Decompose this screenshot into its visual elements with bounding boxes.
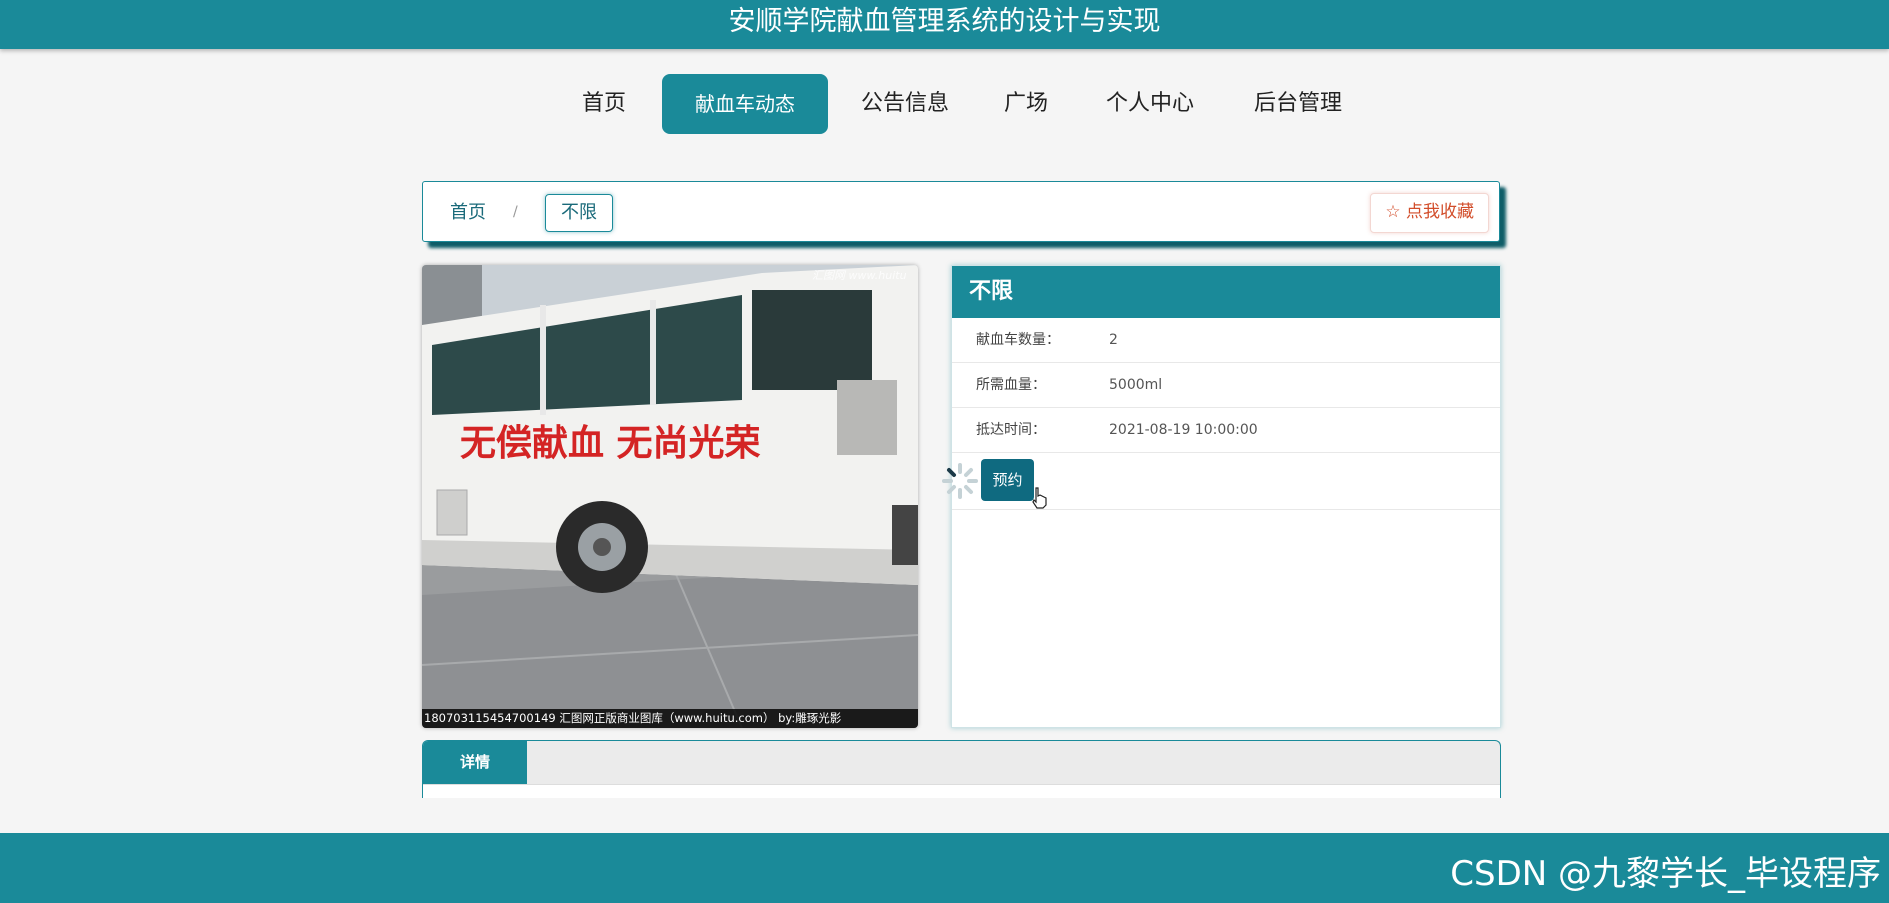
info-row: 献血车数量： 2	[952, 318, 1500, 363]
info-value-blood-needed: 5000ml	[1109, 377, 1163, 393]
breadcrumb-current[interactable]: 不限	[545, 194, 613, 232]
breadcrumb: 首页 / 不限 ☆ 点我收藏	[422, 181, 1500, 242]
app-header: 安顺学院献血管理系统的设计与实现	[0, 0, 1889, 49]
nav-item-square[interactable]: 广场	[990, 74, 1062, 134]
info-label-blood-needed: 所需血量：	[976, 377, 1046, 393]
hand-cursor-icon	[1032, 487, 1047, 509]
nav-item-personal-center[interactable]: 个人中心	[1095, 74, 1205, 134]
info-title: 不限	[952, 266, 1500, 318]
loading-spinner-icon	[942, 463, 978, 499]
app-title: 安顺学院献血管理系统的设计与实现	[728, 6, 1161, 37]
bus-slogan: 无偿献血 无尚光荣	[460, 423, 761, 464]
nav-item-admin[interactable]: 后台管理	[1243, 74, 1353, 134]
info-value-arrival-time: 2021-08-19 10:00:00	[1109, 422, 1258, 438]
info-label-arrival-time: 抵达时间：	[976, 422, 1046, 438]
footer-bar: CSDN @九黎学长_毕设程序	[0, 833, 1889, 903]
breadcrumb-home-link[interactable]: 首页	[450, 182, 486, 243]
favorite-button[interactable]: ☆ 点我收藏	[1370, 193, 1489, 233]
bus-illustration: 无偿献血 无尚光荣 汇图网 www.huitu	[422, 265, 918, 728]
nav-item-home[interactable]: 首页	[563, 74, 645, 134]
info-value-bus-count: 2	[1109, 332, 1118, 348]
detail-tabs: 详情	[422, 740, 1501, 798]
nav-item-bus-updates[interactable]: 献血车动态	[662, 74, 828, 134]
breadcrumb-separator: /	[513, 204, 518, 220]
info-row: 所需血量： 5000ml	[952, 363, 1500, 408]
main-nav: 首页 献血车动态 公告信息 广场 个人中心 后台管理	[0, 74, 1889, 134]
nav-item-announcements[interactable]: 公告信息	[852, 74, 958, 134]
bus-info-panel: 不限 献血车数量： 2 所需血量： 5000ml 抵达时间： 2021-08-1…	[942, 265, 1501, 728]
info-label-bus-count: 献血车数量：	[976, 332, 1060, 348]
photo-caption: 180703115454700149 汇图网正版商业图库（www.huitu.c…	[422, 709, 918, 728]
tab-details[interactable]: 详情	[423, 741, 527, 784]
csdn-watermark: CSDN @九黎学长_毕设程序	[1450, 854, 1881, 894]
photo-site-watermark: 汇图网 www.huitu	[812, 269, 907, 282]
tab-content	[423, 784, 1500, 798]
reserve-button[interactable]: 预约	[981, 459, 1034, 501]
action-row: 预约	[942, 453, 1500, 510]
bus-photo: 无偿献血 无尚光荣 汇图网 www.huitu 1807031154547001…	[422, 265, 918, 728]
info-row: 抵达时间： 2021-08-19 10:00:00	[952, 408, 1500, 453]
